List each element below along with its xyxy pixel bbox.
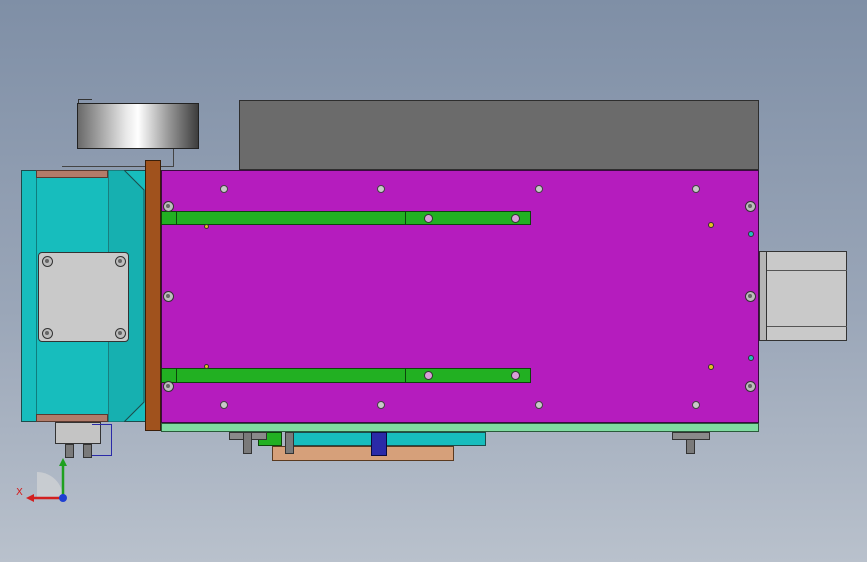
side-housing-inner-edge: [36, 170, 37, 422]
rail-top-divider: [405, 211, 406, 225]
rail-bottom-divider: [405, 368, 406, 383]
rail-top[interactable]: [161, 211, 531, 225]
cad-viewport[interactable]: [0, 0, 867, 562]
motor-top-cover[interactable]: [239, 100, 759, 170]
triad-x-arrow-icon: [26, 494, 34, 502]
motor-screw-icon: [42, 256, 53, 267]
clamp-foot: [65, 444, 74, 458]
teal-pin-icon: [748, 355, 754, 361]
axis-triad: [26, 458, 67, 502]
carriage-bolt-icon: [424, 371, 433, 380]
foot-bolt-icon: [243, 432, 252, 454]
foot-plate: [672, 432, 710, 440]
clamp-foot: [83, 444, 92, 458]
plate-screw-icon: [745, 381, 756, 392]
plate-screw-icon: [163, 201, 174, 212]
drum-bracket-line: [78, 99, 92, 103]
rail-bottom[interactable]: [161, 368, 531, 383]
rail-top-divider: [176, 211, 177, 225]
motor-screw-icon: [115, 256, 126, 267]
right-motor-flange: [759, 251, 767, 341]
bottom-tan-plate[interactable]: [272, 446, 454, 461]
yellow-pin-icon: [204, 224, 209, 229]
rail-bottom-divider: [176, 368, 177, 383]
motor-screw-icon: [115, 328, 126, 339]
plate-hole-icon: [535, 401, 543, 409]
carriage-bolt-icon: [511, 371, 520, 380]
main-plate[interactable]: [161, 170, 759, 423]
right-motor-line: [767, 270, 847, 271]
teal-pin-icon: [748, 231, 754, 237]
axis-x-label: X: [16, 487, 23, 498]
clamp-cable: [92, 424, 112, 456]
vertical-bracket[interactable]: [145, 160, 161, 431]
plate-hole-icon: [220, 401, 228, 409]
drum-cylinder[interactable]: [77, 103, 199, 149]
carriage-bolt-icon: [511, 214, 520, 223]
plate-screw-icon: [163, 381, 174, 392]
yellow-pin-icon: [708, 222, 714, 228]
plate-hole-icon: [377, 401, 385, 409]
carriage-bolt-icon: [424, 214, 433, 223]
bottom-blue-connector[interactable]: [371, 432, 387, 456]
bottom-base-strip[interactable]: [161, 423, 759, 432]
right-motor-line: [767, 326, 847, 327]
plate-screw-icon: [745, 201, 756, 212]
plate-hole-icon: [692, 185, 700, 193]
triad-z-axis-icon: [59, 494, 67, 502]
triad-y-arrow-icon: [59, 458, 67, 466]
foot-bolt-icon: [285, 432, 294, 454]
housing-top-strip: [36, 170, 108, 178]
yellow-pin-icon: [708, 364, 714, 370]
plate-hole-icon: [535, 185, 543, 193]
housing-bottom-strip: [36, 414, 108, 422]
triad-arc: [37, 472, 63, 498]
yellow-pin-icon: [204, 364, 209, 369]
right-motor-body[interactable]: [759, 251, 847, 341]
motor-screw-icon: [42, 328, 53, 339]
plate-hole-icon: [220, 185, 228, 193]
stepper-motor-face[interactable]: [38, 252, 129, 342]
plate-screw-icon: [745, 291, 756, 302]
plate-hole-icon: [692, 401, 700, 409]
plate-hole-icon: [377, 185, 385, 193]
plate-screw-icon: [163, 291, 174, 302]
